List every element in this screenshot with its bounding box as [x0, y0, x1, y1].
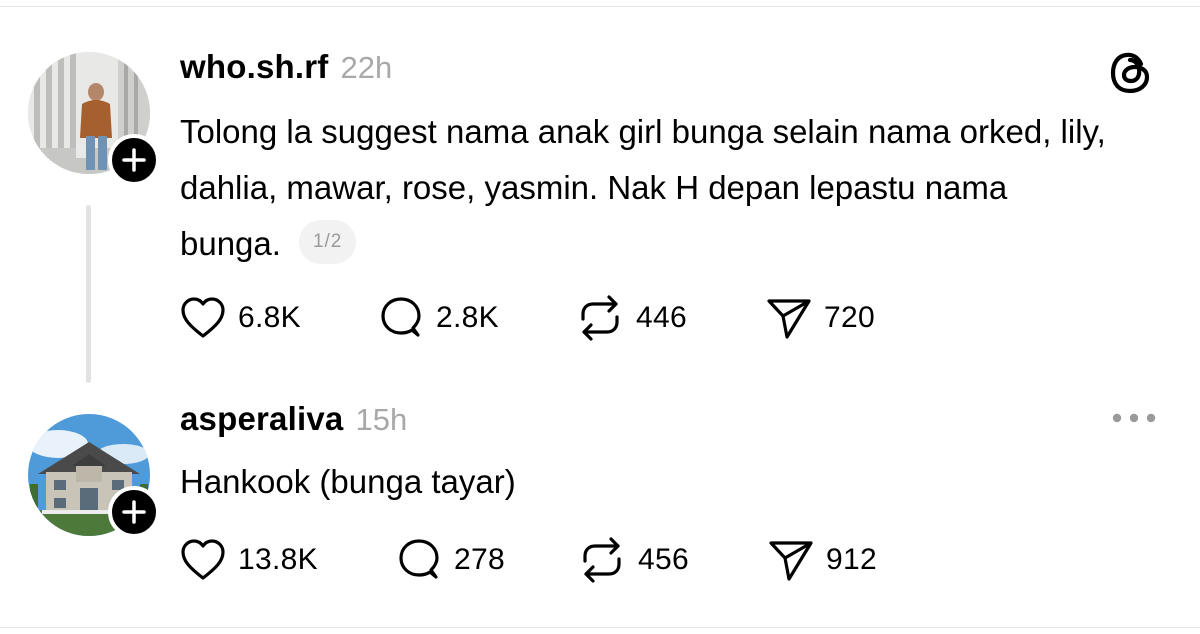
plus-icon	[122, 500, 146, 524]
like-count: 6.8K	[238, 301, 301, 334]
follow-button[interactable]	[108, 134, 160, 186]
more-options-icon[interactable]	[1110, 410, 1158, 431]
reply-count: 2.8K	[436, 301, 499, 334]
like-count: 13.8K	[238, 543, 318, 576]
reply-button[interactable]: 278	[396, 536, 505, 584]
share-count: 912	[826, 543, 877, 576]
like-button[interactable]: 6.8K	[180, 294, 301, 342]
post-body: Hankook (bunga tayar)	[180, 463, 516, 500]
repost-count: 446	[636, 301, 687, 334]
post-text: Hankook (bunga tayar)	[180, 454, 1110, 510]
comment-icon	[381, 297, 421, 337]
repost-button[interactable]: 456	[578, 536, 689, 584]
reply-count: 278	[454, 543, 505, 576]
username[interactable]: who.sh.rf	[180, 48, 328, 86]
thread-post: who.sh.rf 22h Tolong la suggest nama ana…	[0, 0, 1200, 390]
post-text: Tolong la suggest nama anak girl bunga s…	[180, 104, 1110, 272]
timestamp: 15h	[355, 402, 408, 437]
post-header: asperaliva 15h	[180, 400, 407, 438]
page-indicator-badge[interactable]: 1/2	[298, 220, 357, 265]
heart-icon	[181, 539, 225, 580]
share-button[interactable]: 912	[768, 536, 877, 584]
share-button[interactable]: 720	[766, 294, 875, 342]
follow-button[interactable]	[108, 486, 160, 538]
send-icon	[767, 299, 811, 339]
comment-icon	[399, 539, 439, 579]
post-header: who.sh.rf 22h	[180, 48, 392, 86]
repost-icon	[581, 295, 619, 341]
share-count: 720	[824, 301, 875, 334]
bottom-divider	[0, 627, 1200, 628]
like-button[interactable]: 13.8K	[180, 536, 318, 584]
threads-logo-icon[interactable]	[1110, 50, 1152, 101]
repost-button[interactable]: 446	[576, 294, 687, 342]
thread-reply: asperaliva 15h Hankook (bunga tayar) 13.…	[0, 390, 1200, 627]
send-icon	[769, 541, 813, 581]
plus-icon	[122, 148, 146, 172]
username[interactable]: asperaliva	[180, 400, 343, 438]
heart-icon	[181, 297, 225, 338]
timestamp: 22h	[340, 50, 393, 85]
repost-icon	[583, 537, 621, 583]
reply-button[interactable]: 2.8K	[378, 294, 499, 342]
thread-connector-line	[86, 205, 91, 383]
repost-count: 456	[638, 543, 689, 576]
